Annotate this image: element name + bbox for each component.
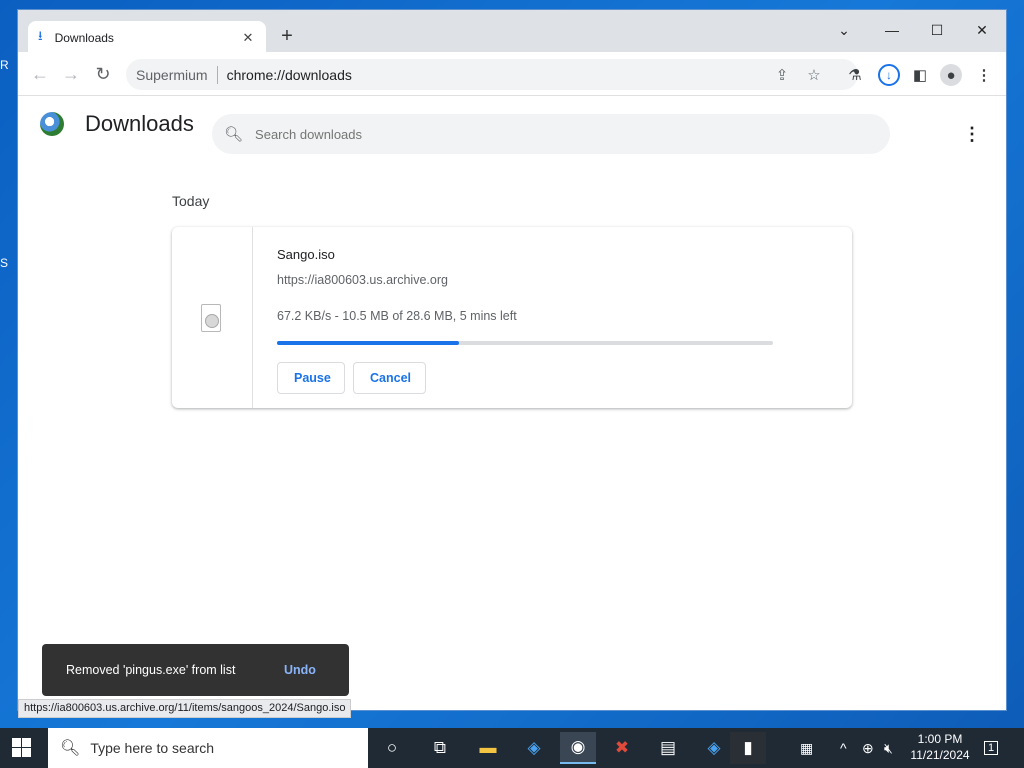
date-heading: Today bbox=[172, 193, 210, 209]
forward-arrow-icon[interactable]: → bbox=[59, 62, 83, 86]
browser-toolbar: ← → ↻ Supermium chrome://downloads ⇪ ☆ ⚗… bbox=[18, 52, 1006, 96]
toast-message: Removed 'pingus.exe' from list bbox=[66, 663, 236, 677]
search-input[interactable] bbox=[255, 126, 816, 142]
minimize-button[interactable]: — bbox=[874, 16, 910, 44]
tray-overflow-chevron-icon[interactable]: ^ bbox=[840, 728, 847, 768]
app-box-icon-1[interactable]: ◈ bbox=[516, 732, 552, 764]
browser-menu-icon[interactable]: ⋮ bbox=[973, 64, 995, 86]
news-widget-icon[interactable]: ▦ bbox=[800, 728, 813, 768]
network-globe-icon[interactable]: ⊕ bbox=[862, 728, 874, 768]
close-window-button[interactable]: ✕ bbox=[964, 16, 1000, 44]
new-tab-button[interactable]: + bbox=[276, 25, 298, 47]
share-icon[interactable]: ⇪ bbox=[772, 65, 792, 85]
omnibox-url: chrome://downloads bbox=[226, 66, 352, 83]
status-bubble-url: https://ia800603.us.archive.org/11/items… bbox=[18, 699, 352, 718]
tab-downloads[interactable]: ⭳ Downloads ✕ bbox=[28, 21, 266, 54]
notification-count: 1 bbox=[984, 741, 999, 755]
download-tab-icon: ⭳ bbox=[38, 27, 43, 43]
downloads-page: Downloads 🔍︎ ⋮ Today Sango.iso https://i… bbox=[18, 96, 1006, 718]
profile-avatar-icon[interactable]: ● bbox=[940, 64, 962, 86]
more-actions-icon[interactable]: ⋮ bbox=[963, 124, 981, 144]
taskbar: 🔍︎ Type here to search ○ ⧉ ▬ ◈ ◉ ✖ ▤ ◈ ▮… bbox=[0, 728, 1024, 768]
network-app-icon[interactable]: ▤ bbox=[650, 732, 686, 764]
notification-center-icon[interactable]: 1 bbox=[984, 728, 999, 768]
removed-toast: Removed 'pingus.exe' from list Undo bbox=[42, 644, 349, 696]
close-tab-icon[interactable]: ✕ bbox=[240, 30, 256, 46]
supermium-taskbar-icon[interactable]: ◉ bbox=[560, 732, 596, 764]
download-progress-bar bbox=[277, 341, 773, 345]
pause-button[interactable]: Pause bbox=[277, 362, 345, 394]
downloads-toolbar-icon[interactable]: ↓ bbox=[878, 64, 900, 86]
desktop-icon-label-r[interactable]: R bbox=[0, 58, 18, 80]
omnibox-divider bbox=[216, 65, 218, 84]
tab-title: Downloads bbox=[54, 30, 114, 45]
taskbar-search-placeholder: Type here to search bbox=[90, 740, 215, 756]
page-title: Downloads bbox=[85, 111, 194, 136]
clock-date: 11/21/2024 bbox=[910, 748, 970, 762]
file-icon-column bbox=[172, 227, 253, 408]
address-bar[interactable]: Supermium chrome://downloads ⇪ ☆ bbox=[126, 59, 858, 90]
task-view-icon[interactable]: ⧉ bbox=[422, 732, 458, 764]
file-disc-icon bbox=[201, 304, 221, 332]
side-panel-icon[interactable]: ◧ bbox=[909, 64, 931, 86]
download-progress-fill bbox=[277, 341, 460, 345]
maximize-button[interactable]: ☐ bbox=[919, 16, 955, 44]
bookmark-star-icon[interactable]: ☆ bbox=[804, 65, 824, 85]
file-explorer-icon[interactable]: ▬ bbox=[470, 732, 506, 764]
downloads-header: Downloads 🔍︎ ⋮ bbox=[18, 96, 1006, 154]
volume-muted-icon[interactable]: 🔇︎ bbox=[884, 728, 893, 768]
supermium-logo bbox=[40, 112, 64, 136]
undo-button[interactable]: Undo bbox=[284, 663, 316, 677]
download-filename[interactable]: Sango.iso bbox=[277, 247, 335, 262]
download-source-url[interactable]: https://ia800603.us.archive.org bbox=[277, 273, 448, 287]
clock-time: 1:00 PM bbox=[917, 732, 963, 746]
app-box-icon-2[interactable]: ◈ bbox=[696, 732, 732, 764]
tab-search-chevron-icon[interactable]: ⌄ bbox=[826, 16, 862, 44]
cancel-button[interactable]: Cancel bbox=[353, 362, 426, 394]
taskbar-search-icon: 🔍︎ bbox=[60, 740, 81, 757]
search-downloads-field[interactable]: 🔍︎ bbox=[212, 114, 890, 154]
browser-window: ⭳ Downloads ✕ + ⌄ — ☐ ✕ ← → ↻ Supermium … bbox=[18, 10, 1006, 718]
desktop-icon-label-s[interactable]: S bbox=[0, 256, 18, 278]
search-icon: 🔍︎ bbox=[224, 126, 244, 143]
terminal-app-icon[interactable]: ▮ bbox=[730, 732, 766, 764]
download-status: 67.2 KB/s - 10.5 MB of 28.6 MB, 5 mins l… bbox=[277, 309, 517, 323]
windows-start-icon[interactable] bbox=[12, 738, 32, 758]
cortana-circle-icon[interactable]: ○ bbox=[374, 732, 410, 764]
game-app-icon[interactable]: ✖ bbox=[604, 732, 640, 764]
labs-flask-icon[interactable]: ⚗ bbox=[844, 64, 866, 86]
title-bar: ⭳ Downloads ✕ + ⌄ — ☐ ✕ bbox=[18, 10, 1006, 54]
back-arrow-icon[interactable]: ← bbox=[28, 62, 52, 86]
download-item-card: Sango.iso https://ia800603.us.archive.or… bbox=[172, 227, 852, 408]
omnibox-brand: Supermium bbox=[136, 66, 208, 83]
reload-icon[interactable]: ↻ bbox=[91, 62, 115, 86]
taskbar-clock[interactable]: 1:00 PM 11/21/2024 bbox=[905, 731, 975, 763]
taskbar-search-box[interactable]: 🔍︎ Type here to search bbox=[48, 728, 368, 768]
